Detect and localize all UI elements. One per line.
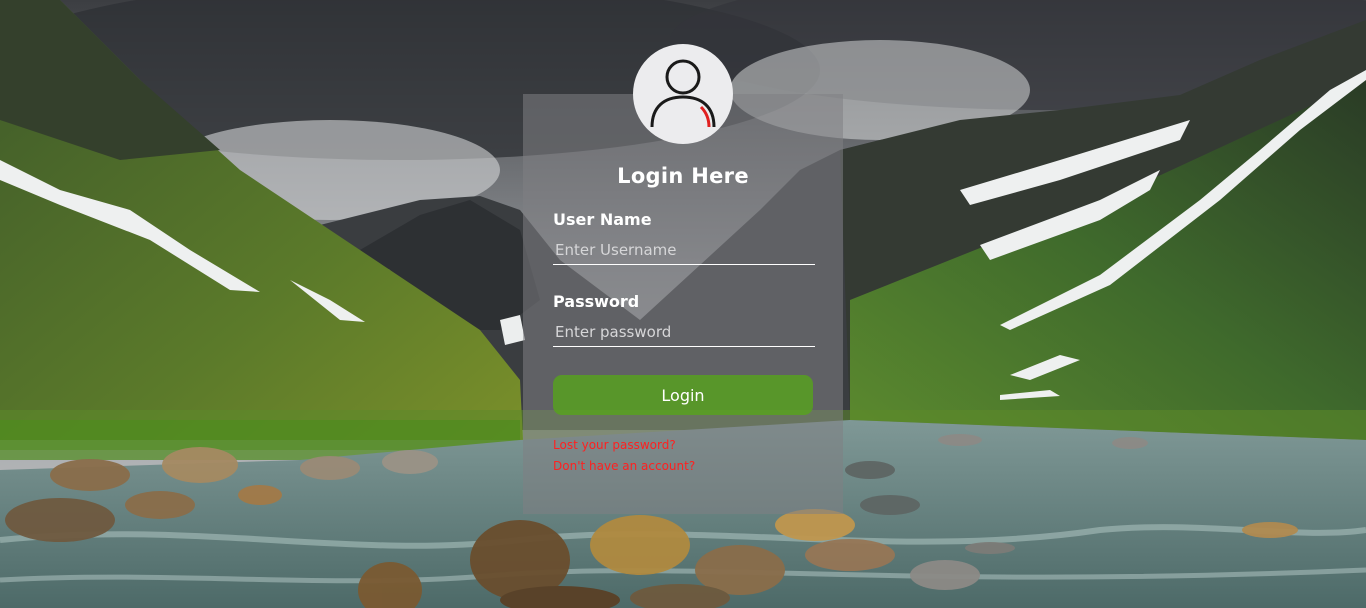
login-title: Login Here [617, 164, 749, 188]
login-button[interactable]: Login [553, 375, 813, 415]
username-input[interactable] [553, 235, 815, 265]
password-label: Password [553, 292, 640, 311]
lost-password-link[interactable]: Lost your password? [553, 438, 676, 452]
avatar [633, 44, 733, 144]
signup-link[interactable]: Don't have an account? [553, 459, 695, 473]
password-input[interactable] [553, 317, 815, 347]
login-panel: Login Here User Name Password Login Lost… [523, 44, 843, 514]
user-icon [648, 55, 718, 133]
username-label: User Name [553, 210, 652, 229]
